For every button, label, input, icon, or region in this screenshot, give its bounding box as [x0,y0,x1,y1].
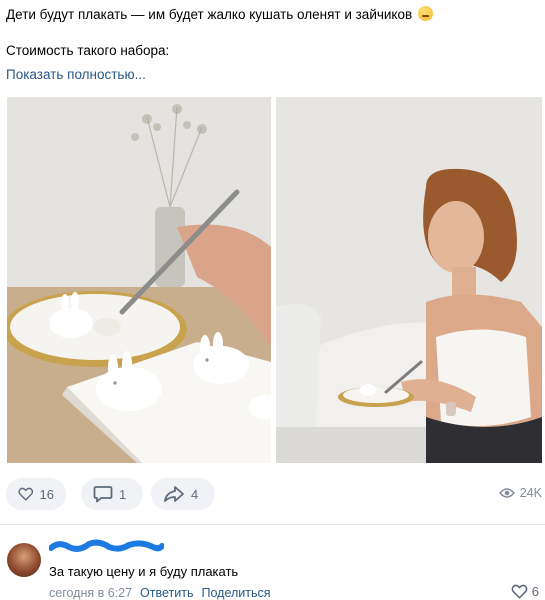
post-line-2: Стоимость такого набора: [6,43,170,58]
comment-count: 1 [119,486,127,502]
bunny-desserts-illustration [7,97,271,463]
comment-button[interactable]: 1 [81,478,143,510]
reply-link[interactable]: Ответить [140,586,193,600]
comment-icon [93,486,113,503]
comment-item: За такую цену и я буду плакать сегодня в… [0,533,545,600]
comment-like-button[interactable]: 6 [511,584,539,599]
photo-woman-eating[interactable] [276,97,542,463]
comment-time: сегодня в 6:27 [49,586,133,600]
post-text: Дети будут плакать — им будет жалко куша… [6,6,539,60]
views-count: 24K [519,486,542,500]
woman-eating-illustration [276,97,542,463]
views-counter: 24K [498,486,542,500]
share-arrow-icon [164,486,184,502]
show-more-link[interactable]: Показать полностью... [6,67,146,82]
share-button[interactable]: 4 [151,478,215,510]
comment-meta: сегодня в 6:27 Ответить Поделиться [49,586,271,600]
like-count: 16 [39,486,54,502]
avatar[interactable] [7,543,41,577]
share-comment-link[interactable]: Поделиться [201,586,270,600]
heart-icon [511,584,528,599]
photo-bunny-desserts[interactable] [7,97,271,463]
eye-icon [498,488,515,498]
heart-icon [18,487,34,501]
post-line-1: Дети будут плакать — им будет жалко куша… [6,6,539,24]
comment-text: За такую цену и я буду плакать [49,564,239,579]
like-button[interactable]: 16 [6,478,66,510]
post-action-bar: 16 1 4 24K [6,478,542,510]
comment-like-count: 6 [531,584,539,599]
sad-face-emoji-icon [417,6,433,21]
redacted-author-name-scribble [49,539,164,552]
divider [0,524,545,525]
share-count: 4 [191,486,199,502]
